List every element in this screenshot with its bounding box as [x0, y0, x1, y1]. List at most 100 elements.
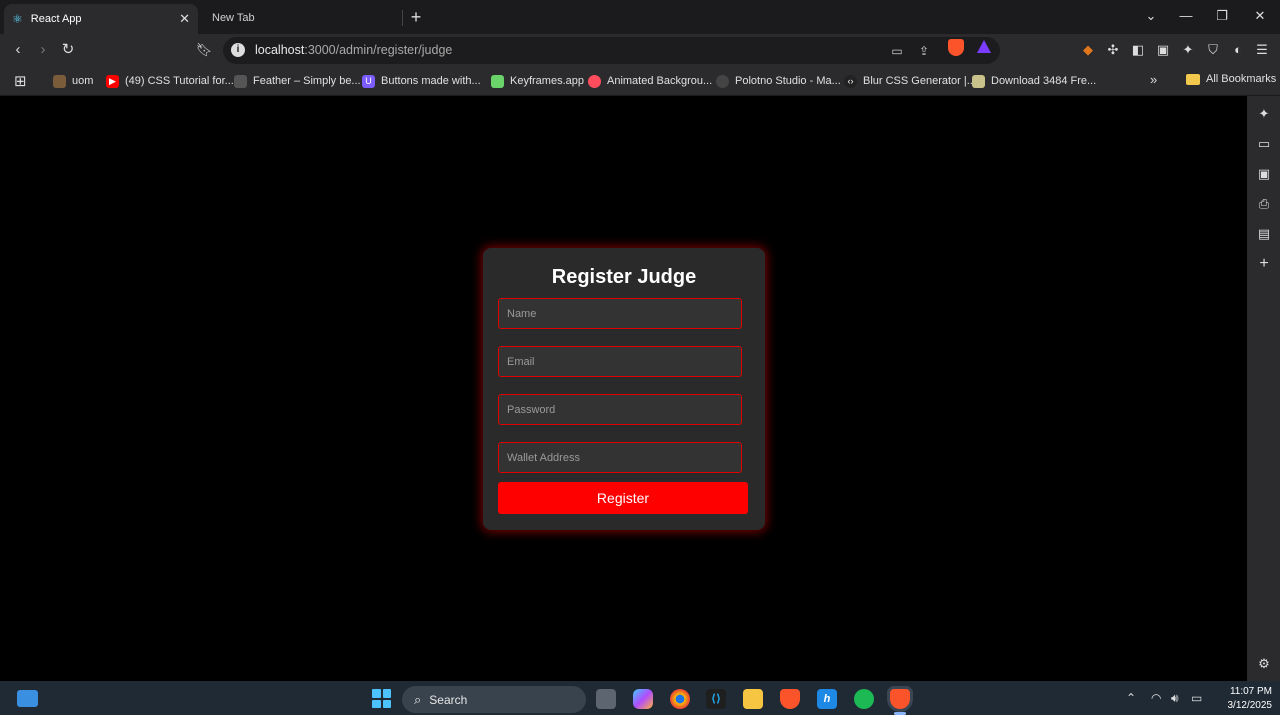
bookmark-label: Download 3484 Fre... — [991, 75, 1097, 87]
settings-gear-icon[interactable]: ⚙ — [1256, 656, 1272, 672]
share-icon[interactable]: ⇪ — [916, 43, 932, 59]
copilot-icon[interactable] — [633, 689, 653, 709]
extensions-puzzle-icon[interactable]: ✣ — [1105, 42, 1121, 58]
brave-rewards-icon[interactable] — [977, 40, 991, 53]
tab-search-chevron-icon[interactable]: ⌄ — [1141, 8, 1161, 24]
forward-arrow-icon[interactable]: › — [33, 40, 53, 60]
bookmark-uom[interactable]: uom — [53, 73, 93, 89]
close-tab-icon[interactable]: ✕ — [179, 11, 190, 27]
search-icon: ⌕ — [414, 691, 422, 707]
leo-ai-icon[interactable]: ✦ — [1256, 106, 1272, 122]
email-input[interactable] — [498, 346, 742, 377]
brave-news-icon[interactable]: ◐ — [1230, 42, 1246, 58]
keyframes-icon — [491, 74, 504, 88]
close-window-icon[interactable]: ✕ — [1250, 8, 1270, 24]
bookmark-page-icon[interactable]: 🔖︎ — [194, 40, 214, 60]
task-view-icon[interactable] — [596, 689, 616, 709]
sidebar-toggle-icon[interactable]: ◧ — [1130, 42, 1146, 58]
menu-hamburger-icon[interactable]: ☰ — [1254, 42, 1270, 58]
cast-icon[interactable]: ▭ — [889, 43, 905, 59]
tab-new-tab[interactable]: New Tab — [204, 4, 400, 31]
register-button[interactable]: Register — [498, 482, 748, 514]
bookmark-label: Blur CSS Generator |... — [863, 75, 976, 87]
code-icon: ‹› — [844, 74, 857, 88]
bookmarks-icon[interactable]: ⎙ — [1256, 196, 1272, 212]
talk-video-icon[interactable]: ▭ — [1256, 136, 1272, 152]
windows-taskbar: ⌕ Search ⟨⟩ h ⌃ ◠ 🔊︎ ▭ 11:07 PM 3/12/202… — [0, 681, 1280, 715]
polotno-icon — [716, 74, 729, 88]
taskbar-search[interactable]: ⌕ Search — [402, 686, 586, 713]
bookmark-label: Feather – Simply be... — [253, 75, 361, 87]
wallet-address-input[interactable] — [498, 442, 742, 473]
tab-react-app[interactable]: ⚛ React App ✕ — [4, 4, 198, 34]
system-clock[interactable]: 11:07 PM 3/12/2025 — [1212, 685, 1273, 713]
back-arrow-icon[interactable]: ‹ — [8, 40, 28, 60]
bookmark-animated-backgrounds[interactable]: Animated Backgrou... — [588, 73, 712, 89]
vscode-icon[interactable]: ⟨⟩ — [706, 689, 726, 709]
uom-icon — [53, 74, 66, 88]
vpn-shield-icon[interactable]: ⛉ — [1205, 42, 1221, 58]
bookmark-css-tutorial[interactable]: ▶ (49) CSS Tutorial for... — [106, 73, 234, 89]
tab-title: React App — [30, 13, 82, 25]
metamask-fox-icon[interactable]: ◆ — [1080, 42, 1096, 58]
url-text[interactable]: localhost:3000/admin/register/judge — [255, 43, 452, 57]
url-host: localhost — [255, 43, 305, 57]
form-title: Register Judge — [551, 266, 697, 288]
new-tab-button[interactable]: + — [408, 7, 424, 28]
name-input[interactable] — [498, 298, 742, 329]
tab-divider — [402, 10, 403, 26]
bookmark-feather[interactable]: Feather – Simply be... — [234, 73, 361, 89]
more-bookmarks-chevron-icon[interactable]: » — [1150, 72, 1157, 87]
minimize-icon[interactable]: — — [1176, 8, 1196, 23]
show-hidden-icons-chevron-icon[interactable]: ⌃ — [1126, 691, 1136, 705]
wifi-icon[interactable]: ◠ — [1151, 691, 1161, 705]
volume-icon[interactable]: 🔊︎ — [1171, 691, 1179, 706]
brave-active-icon[interactable] — [890, 689, 910, 709]
bookmark-blur-css[interactable]: ‹› Blur CSS Generator |... — [844, 73, 976, 89]
bookmark-label: (49) CSS Tutorial for... — [125, 75, 234, 87]
password-input[interactable] — [498, 394, 742, 425]
uiverse-icon: U — [362, 74, 375, 88]
widgets-icon[interactable] — [17, 690, 38, 707]
reading-list-icon[interactable]: ▤ — [1256, 226, 1272, 242]
add-panel-icon[interactable]: + — [1256, 256, 1272, 272]
wallet-icon[interactable]: ▣ — [1256, 166, 1272, 182]
chrome-icon[interactable] — [670, 689, 690, 709]
bookmark-uiverse[interactable]: U Buttons made with... — [362, 73, 481, 89]
wallet-icon[interactable]: ▣ — [1155, 42, 1171, 58]
bookmark-label: Keyframes.app — [510, 75, 584, 87]
download-icon — [972, 74, 985, 88]
bookmark-label: Buttons made with... — [381, 75, 481, 87]
folder-icon — [1186, 73, 1200, 85]
reload-icon[interactable]: ↻ — [58, 40, 78, 60]
react-icon: ⚛ — [12, 12, 23, 26]
spotify-icon[interactable] — [854, 689, 874, 709]
file-explorer-icon[interactable] — [743, 689, 763, 709]
page-viewport: Register Judge Register — [0, 96, 1247, 681]
register-judge-card: Register Judge Register — [483, 248, 765, 530]
bookmark-label: Polotno Studio - Ma... — [735, 75, 841, 87]
hashnode-h-icon[interactable]: h — [817, 689, 837, 709]
url-path: :3000/admin/register/judge — [304, 43, 453, 57]
folder-label: All Bookmarks — [1206, 73, 1277, 85]
brave-browser-icon[interactable] — [780, 689, 800, 709]
clock-time: 11:07 PM — [1229, 686, 1272, 697]
site-info-icon[interactable]: i — [231, 43, 245, 57]
search-label: Search — [429, 692, 468, 707]
bookmark-polotno[interactable]: Polotno Studio - Ma... — [716, 73, 841, 89]
bookmarks-bar: ⊞ uom ▶ (49) CSS Tutorial for... Feather … — [0, 66, 1280, 96]
leo-ai-icon[interactable]: ✦ — [1180, 42, 1196, 58]
apps-grid-icon[interactable]: ⊞ — [14, 72, 27, 90]
animated-bg-icon — [588, 74, 601, 88]
bookmark-download[interactable]: Download 3484 Fre... — [972, 73, 1096, 89]
brave-shields-icon[interactable] — [948, 39, 964, 56]
battery-icon[interactable]: ▭ — [1191, 691, 1202, 705]
address-bar[interactable]: i localhost:3000/admin/register/judge ▭ … — [223, 37, 1000, 64]
start-windows-icon[interactable] — [372, 689, 391, 708]
restore-icon[interactable]: ❐ — [1212, 8, 1232, 24]
browser-toolbar: ‹ › ↻ 🔖︎ i localhost:3000/admin/register… — [0, 34, 1280, 66]
all-bookmarks-folder[interactable]: All Bookmarks — [1186, 73, 1276, 85]
bookmark-keyframes[interactable]: Keyframes.app — [491, 73, 584, 89]
tab-title: New Tab — [212, 11, 255, 24]
bookmark-label: Animated Backgrou... — [607, 75, 713, 87]
